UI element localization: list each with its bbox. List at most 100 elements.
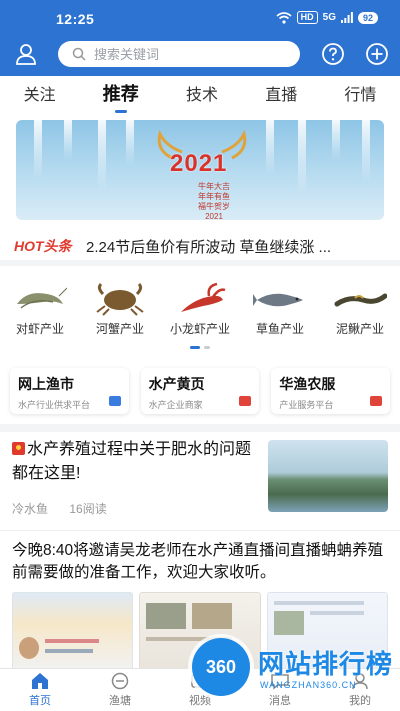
headline-text[interactable]: 2.24节后鱼价有所波动 草鱼继续涨 ... bbox=[86, 236, 386, 257]
wish-line: 年年有鱼 bbox=[198, 192, 230, 201]
search-icon bbox=[72, 47, 86, 61]
help-button[interactable] bbox=[319, 40, 347, 68]
card-aquatic-yellow-pages[interactable]: 水产黄页 水产企业商家 bbox=[140, 368, 260, 414]
photo-placeholder bbox=[146, 603, 187, 629]
watermark-overlay: 360 网站排行榜 WANGZHAN360.CN bbox=[192, 634, 398, 704]
signal-icon bbox=[340, 12, 353, 23]
watermark-logo: 360 bbox=[192, 638, 250, 696]
signal-label: 5G bbox=[322, 12, 336, 23]
headline-news[interactable]: HOT头条 2.24节后鱼价有所波动 草鱼继续涨 ... bbox=[0, 232, 400, 266]
watermark-url: WANGZHAN360.CN bbox=[260, 680, 357, 690]
tab-live[interactable]: 直播 bbox=[259, 81, 303, 105]
card-huayu-services[interactable]: 华渔农服 产业服务平台 bbox=[271, 368, 391, 414]
question-icon bbox=[322, 43, 344, 65]
category-label: 河蟹产业 bbox=[95, 322, 144, 336]
icicle-decoration bbox=[266, 120, 274, 175]
category-loach[interactable]: 泥鳅产业 bbox=[324, 282, 396, 346]
watermark-name: 网站排行榜 bbox=[258, 649, 394, 679]
card-title: 华渔农服 bbox=[279, 376, 336, 392]
service-cards: 网上渔市 水产行业供求平台 水产黄页 水产企业商家 华渔农服 产业服务平台 bbox=[10, 368, 391, 414]
tab-market[interactable]: 行情 bbox=[338, 81, 382, 105]
card-online-fish-market[interactable]: 网上渔市 水产行业供求平台 bbox=[10, 368, 129, 414]
post-title[interactable]: 今晚8:40将邀请吴龙老师在水产通直播间直播蚺蚺养殖前需要做的准备工作，欢迎大家… bbox=[12, 540, 388, 584]
text-line-decoration bbox=[273, 601, 364, 605]
battery-indicator: 92 bbox=[357, 11, 378, 24]
article-reads: 16阅读 bbox=[69, 502, 107, 516]
photo-placeholder bbox=[192, 603, 233, 629]
nav-fish-pond[interactable]: 渔塘 bbox=[90, 672, 150, 708]
grid-icon bbox=[108, 396, 121, 406]
category-grass-carp[interactable]: 草鱼产业 bbox=[244, 282, 316, 346]
category-label: 对虾产业 bbox=[15, 322, 64, 336]
shrimp-icon bbox=[17, 287, 67, 309]
top-bar: 12:25 HD 5G 92 bbox=[0, 0, 400, 76]
status-time: 12:25 bbox=[56, 11, 95, 27]
article-title-text: 水产养殖过程中关于肥水的问题都在这里! bbox=[12, 441, 252, 482]
banner-year: 2021 bbox=[170, 150, 228, 177]
tab-tech[interactable]: 技术 bbox=[180, 81, 224, 105]
article-meta: 冷水鱼 16阅读 bbox=[12, 500, 125, 517]
category-shrimp[interactable]: 对虾产业 bbox=[4, 282, 76, 346]
tab-follow[interactable]: 关注 bbox=[18, 81, 62, 105]
icicle-decoration bbox=[64, 120, 72, 160]
header-row bbox=[0, 38, 400, 70]
envelope-icon bbox=[239, 396, 252, 406]
icicle-decoration bbox=[298, 120, 306, 195]
loach-icon bbox=[334, 293, 387, 307]
wish-line: 牛年大吉 bbox=[198, 182, 230, 191]
icicle-decoration bbox=[126, 120, 134, 165]
category-label: 泥鳅产业 bbox=[335, 322, 384, 336]
icicle-decoration bbox=[332, 120, 340, 160]
card-subtitle: 水产企业商家 bbox=[148, 400, 203, 410]
nav-home[interactable]: 首页 bbox=[10, 672, 70, 708]
document-icon bbox=[370, 396, 383, 406]
search-input[interactable] bbox=[94, 46, 284, 62]
card-title: 网上渔市 bbox=[18, 376, 74, 392]
home-icon bbox=[32, 673, 48, 689]
system-icons: HD 5G 92 bbox=[276, 11, 378, 24]
photo-placeholder bbox=[273, 611, 304, 635]
category-label: 小龙虾产业 bbox=[169, 322, 230, 336]
text-line-decoration bbox=[45, 649, 93, 653]
channel-tabs: 关注 推荐 技术 直播 行情 bbox=[0, 76, 400, 113]
section-divider bbox=[0, 424, 400, 432]
crayfish-icon bbox=[181, 282, 226, 312]
pager-dot-active bbox=[190, 346, 200, 349]
text-line-decoration bbox=[45, 639, 99, 643]
feed-article[interactable]: 水产养殖过程中关于肥水的问题都在这里! 冷水鱼 16阅读 bbox=[12, 438, 388, 520]
card-title: 水产黄页 bbox=[148, 376, 205, 392]
search-box[interactable] bbox=[58, 41, 300, 67]
flag-icon bbox=[12, 442, 25, 455]
promo-banner[interactable]: 2021 牛年大吉 年年有鱼 福牛贺岁 2021 bbox=[16, 120, 384, 220]
user-icon bbox=[16, 44, 36, 65]
card-subtitle: 产业服务平台 bbox=[279, 400, 334, 410]
category-label: 草鱼产业 bbox=[255, 322, 304, 336]
pager-dots bbox=[190, 346, 210, 349]
item-divider bbox=[0, 530, 400, 531]
article-source: 冷水鱼 bbox=[12, 502, 49, 516]
category-crayfish[interactable]: 小龙虾产业 bbox=[164, 282, 236, 346]
article-title[interactable]: 水产养殖过程中关于肥水的问题都在这里! bbox=[12, 438, 252, 486]
wish-line: 2021 bbox=[205, 212, 223, 220]
user-profile-button[interactable] bbox=[12, 40, 40, 68]
pond-icon bbox=[111, 672, 129, 690]
card-subtitle: 水产行业供求平台 bbox=[18, 400, 91, 410]
pager-dot bbox=[204, 346, 210, 349]
hd-badge: HD bbox=[296, 11, 318, 24]
post-image[interactable] bbox=[12, 592, 134, 670]
add-button[interactable] bbox=[363, 40, 391, 68]
avatar-photo bbox=[19, 637, 39, 659]
tab-recommend[interactable]: 推荐 bbox=[97, 80, 145, 113]
icicle-decoration bbox=[34, 120, 42, 180]
fish-icon bbox=[253, 293, 303, 307]
status-bar: 12:25 HD 5G 92 bbox=[0, 0, 400, 36]
article-thumbnail[interactable] bbox=[268, 440, 388, 512]
nav-label: 渔塘 bbox=[109, 695, 131, 707]
icicle-decoration bbox=[98, 120, 106, 190]
wifi-icon bbox=[276, 11, 292, 24]
category-crab[interactable]: 河蟹产业 bbox=[84, 282, 156, 346]
category-shortcuts: 对虾产业 河蟹产业 小龙虾产业 草鱼产业 泥鳅产业 bbox=[0, 282, 400, 346]
text-line-decoration bbox=[309, 611, 364, 615]
nav-label: 首页 bbox=[29, 695, 51, 707]
hot-headline-tag: HOT头条 bbox=[14, 238, 72, 254]
